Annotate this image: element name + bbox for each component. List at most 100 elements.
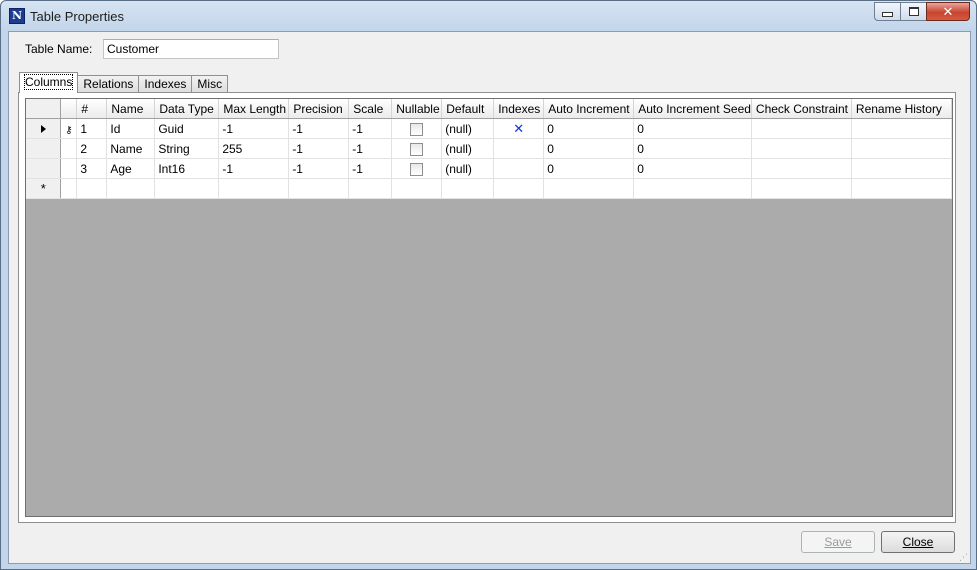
new-row-selector[interactable]: * [26, 178, 62, 199]
column-header[interactable]: Indexes [493, 99, 545, 119]
new-row[interactable]: * [26, 178, 952, 199]
cell-default[interactable]: (null) [441, 138, 495, 159]
table-row[interactable]: ⚷ 1 Id Guid -1 -1 -1 (null) ✕ 0 0 [26, 118, 952, 139]
cell-precision[interactable]: -1 [288, 138, 350, 159]
empty-cell[interactable] [348, 178, 393, 199]
save-button[interactable]: Save [801, 531, 875, 553]
tab-relations[interactable]: Relations [77, 75, 140, 93]
tab-misc[interactable]: Misc [191, 75, 229, 93]
column-header[interactable]: Max Length [218, 99, 290, 119]
maximize-button[interactable] [900, 2, 926, 21]
cell-data-type[interactable]: Guid [154, 118, 220, 139]
cell-nullable[interactable] [391, 138, 443, 159]
nullable-checkbox[interactable] [410, 142, 424, 156]
cell-name[interactable]: Id [106, 118, 156, 139]
cell-num[interactable]: 3 [76, 158, 108, 179]
cell-max-length[interactable]: -1 [218, 158, 290, 179]
minimize-icon [882, 12, 893, 17]
nullable-checkbox[interactable] [410, 162, 424, 176]
column-header[interactable]: Nullable [391, 99, 443, 119]
tab-indexes[interactable]: Indexes [138, 75, 193, 93]
cell-nullable[interactable] [391, 118, 443, 139]
empty-cell[interactable] [76, 178, 108, 199]
close-window-button[interactable]: ✕ [926, 2, 970, 21]
key-column-header[interactable] [60, 99, 78, 119]
row-selector[interactable] [26, 138, 62, 159]
empty-cell[interactable] [633, 178, 752, 199]
cell-precision[interactable]: -1 [288, 118, 350, 139]
empty-cell[interactable] [851, 178, 952, 199]
cell-scale[interactable]: -1 [348, 118, 393, 139]
empty-cell[interactable] [154, 178, 220, 199]
cell-rename-history[interactable] [851, 158, 952, 179]
column-header[interactable]: Name [106, 99, 156, 119]
current-row-icon [40, 125, 46, 134]
tab-columns[interactable]: Columns [19, 72, 79, 93]
cell-auto-increment[interactable]: 0 [543, 158, 635, 179]
close-button[interactable]: Close [881, 531, 955, 553]
cell-auto-increment-seed[interactable]: 0 [633, 138, 752, 159]
empty-cell[interactable] [288, 178, 350, 199]
cell-rename-history[interactable] [851, 118, 952, 139]
columns-grid[interactable]: # Name Data Type Max Length Precision Sc… [25, 98, 953, 517]
cell-max-length[interactable]: -1 [218, 118, 290, 139]
cell-num[interactable]: 2 [76, 138, 108, 159]
columns-tab-panel: # Name Data Type Max Length Precision Sc… [18, 92, 956, 523]
cell-name[interactable]: Name [106, 138, 156, 159]
cell-indexes[interactable] [493, 158, 545, 179]
table-name-input[interactable] [103, 39, 279, 59]
cell-auto-increment-seed[interactable]: 0 [633, 158, 752, 179]
column-header[interactable]: Scale [348, 99, 393, 119]
title-bar[interactable]: N Table Properties ✕ [1, 1, 976, 31]
cell-default[interactable]: (null) [441, 158, 495, 179]
cell-name[interactable]: Age [106, 158, 156, 179]
index-x-icon: ✕ [513, 120, 525, 136]
table-row[interactable]: 3 Age Int16 -1 -1 -1 (null) 0 0 [26, 158, 952, 179]
empty-cell[interactable] [543, 178, 635, 199]
empty-cell[interactable] [441, 178, 495, 199]
cell-default[interactable]: (null) [441, 118, 495, 139]
new-row-star-icon: * [40, 181, 46, 196]
caption-buttons: ✕ [874, 2, 970, 21]
tab-strip: Columns Relations Indexes Misc [19, 72, 229, 93]
table-row[interactable]: 2 Name String 255 -1 -1 (null) 0 0 [26, 138, 952, 159]
column-header[interactable]: Data Type [154, 99, 220, 119]
cell-nullable[interactable] [391, 158, 443, 179]
cell-indexes[interactable] [493, 138, 545, 159]
empty-cell[interactable] [60, 178, 78, 199]
empty-cell[interactable] [493, 178, 545, 199]
column-header[interactable]: Auto Increment [543, 99, 635, 119]
cell-rename-history[interactable] [851, 138, 952, 159]
cell-scale[interactable]: -1 [348, 138, 393, 159]
cell-check-constraint[interactable] [751, 118, 852, 139]
corner-header[interactable] [26, 99, 62, 119]
column-header[interactable]: Check Constraint [751, 99, 852, 119]
column-header[interactable]: Rename History [851, 99, 952, 119]
cell-data-type[interactable]: String [154, 138, 220, 159]
cell-auto-increment[interactable]: 0 [543, 118, 635, 139]
cell-max-length[interactable]: 255 [218, 138, 290, 159]
column-header[interactable]: Auto Increment Seed [633, 99, 752, 119]
column-header[interactable]: # [76, 99, 108, 119]
cell-check-constraint[interactable] [751, 138, 852, 159]
empty-cell[interactable] [391, 178, 443, 199]
row-selector[interactable] [26, 118, 62, 139]
nullable-checkbox[interactable] [410, 122, 424, 136]
minimize-button[interactable] [874, 2, 900, 21]
resize-grip-icon[interactable]: ⋰ [959, 552, 969, 562]
cell-data-type[interactable]: Int16 [154, 158, 220, 179]
cell-auto-increment-seed[interactable]: 0 [633, 118, 752, 139]
cell-scale[interactable]: -1 [348, 158, 393, 179]
cell-indexes[interactable]: ✕ [493, 118, 545, 139]
empty-cell[interactable] [106, 178, 156, 199]
cell-auto-increment[interactable]: 0 [543, 138, 635, 159]
cell-check-constraint[interactable] [751, 158, 852, 179]
empty-cell[interactable] [751, 178, 852, 199]
row-selector[interactable] [26, 158, 62, 179]
cell-num[interactable]: 1 [76, 118, 108, 139]
column-header[interactable]: Precision [288, 99, 350, 119]
empty-cell[interactable] [218, 178, 290, 199]
cell-precision[interactable]: -1 [288, 158, 350, 179]
column-header[interactable]: Default [441, 99, 495, 119]
primary-key-cell: ⚷ [60, 118, 78, 139]
